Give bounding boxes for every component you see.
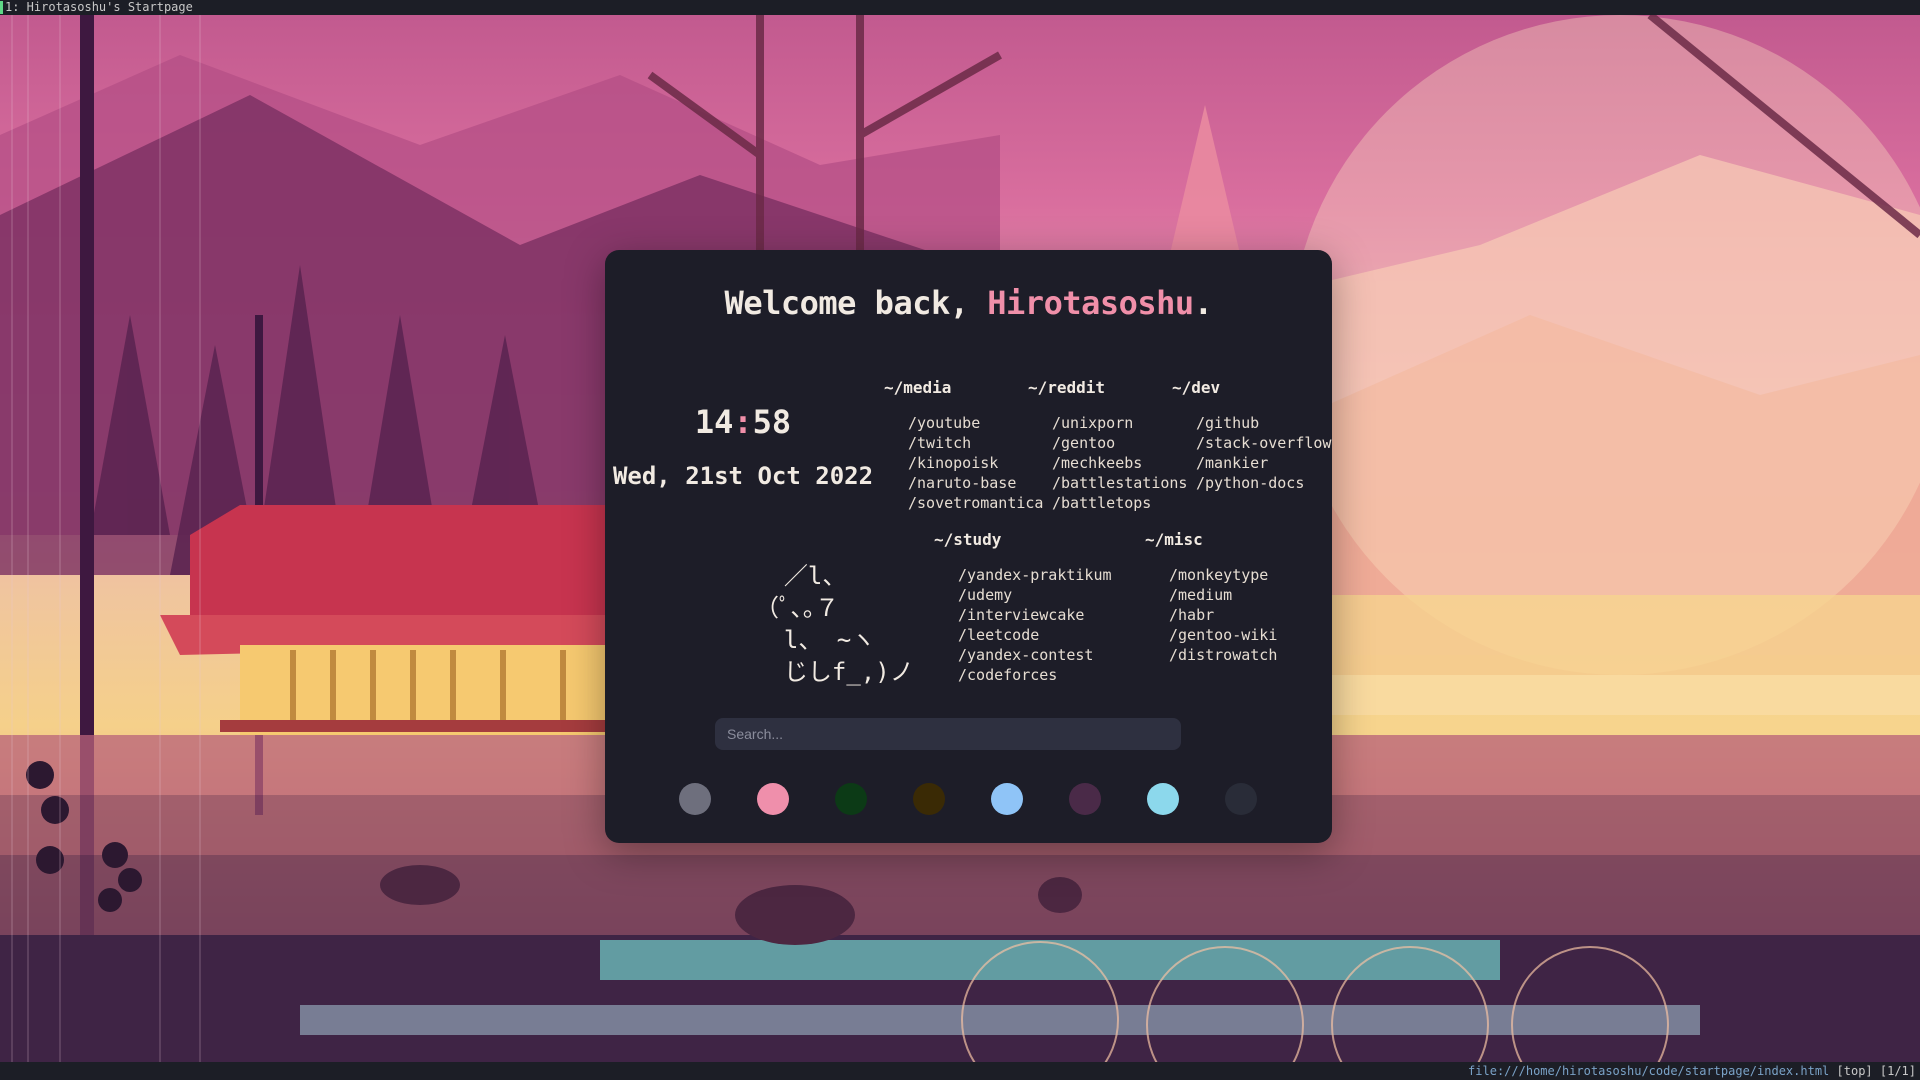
link-group-title: ~/dev	[1172, 378, 1221, 397]
active-workspace-marker	[0, 1, 3, 14]
link-udemy[interactable]: /udemy	[958, 585, 1112, 605]
link-group-media: ~/media /youtube /twitch /kinopoisk /nar…	[884, 378, 1043, 513]
link-gentoo[interactable]: /gentoo	[1052, 433, 1187, 453]
link-group-title: ~/study	[934, 530, 1002, 549]
link-medium[interactable]: /medium	[1169, 585, 1277, 605]
link-yandex-praktikum[interactable]: /yandex-praktikum	[958, 565, 1112, 585]
link-battlestations[interactable]: /battlestations	[1052, 473, 1187, 493]
link-list: /unixporn /gentoo /mechkeebs /battlestat…	[1028, 413, 1187, 513]
link-list: /monkeytype /medium /habr /gentoo-wiki /…	[1145, 565, 1277, 665]
link-group-reddit: ~/reddit /unixporn /gentoo /mechkeebs /b…	[1028, 378, 1187, 513]
welcome-username: Hirotasoshu	[987, 284, 1194, 322]
link-sovetromantica[interactable]: /sovetromantica	[908, 493, 1043, 513]
link-unixporn[interactable]: /unixporn	[1052, 413, 1187, 433]
link-distrowatch[interactable]: /distrowatch	[1169, 645, 1277, 665]
welcome-prefix: Welcome back,	[724, 284, 988, 322]
link-group-misc: ~/misc /monkeytype /medium /habr /gentoo…	[1145, 530, 1277, 665]
link-list: /github /stack-overflow /mankier /python…	[1172, 413, 1331, 493]
palette-swatch-dark-brown[interactable]	[913, 783, 945, 815]
welcome-heading: Welcome back, Hirotasoshu.	[605, 284, 1332, 322]
link-group-dev: ~/dev /github /stack-overflow /mankier /…	[1172, 378, 1331, 493]
link-group-title: ~/media	[884, 378, 952, 397]
search-input[interactable]	[715, 718, 1181, 750]
window-title-bar: 1: Hirotasoshu's Startpage	[0, 0, 1920, 15]
palette-swatch-cyan[interactable]	[1147, 783, 1179, 815]
link-mankier[interactable]: /mankier	[1196, 453, 1331, 473]
clock: 14:58	[605, 403, 881, 441]
link-kinopoisk[interactable]: /kinopoisk	[908, 453, 1043, 473]
link-habr[interactable]: /habr	[1169, 605, 1277, 625]
link-interviewcake[interactable]: /interviewcake	[958, 605, 1112, 625]
palette-swatch-pink[interactable]	[757, 783, 789, 815]
link-codeforces[interactable]: /codeforces	[958, 665, 1112, 685]
clock-colon: :	[733, 403, 753, 441]
ascii-cat-art: ／l、 （ﾟ､｡７ l、 ~ヽ じしf_,)ノ	[755, 562, 914, 686]
palette-swatch-charcoal[interactable]	[1225, 783, 1257, 815]
link-twitch[interactable]: /twitch	[908, 433, 1043, 453]
link-stack-overflow[interactable]: /stack-overflow	[1196, 433, 1331, 453]
link-gentoo-wiki[interactable]: /gentoo-wiki	[1169, 625, 1277, 645]
link-monkeytype[interactable]: /monkeytype	[1169, 565, 1277, 585]
date: Wed, 21st Oct 2022	[612, 462, 874, 490]
link-battletops[interactable]: /battletops	[1052, 493, 1187, 513]
startpage-card: Welcome back, Hirotasoshu. 14:58 Wed, 21…	[605, 250, 1332, 843]
welcome-suffix: .	[1193, 284, 1213, 322]
link-youtube[interactable]: /youtube	[908, 413, 1043, 433]
palette-swatch-gray[interactable]	[679, 783, 711, 815]
palette-swatch-light-blue[interactable]	[991, 783, 1023, 815]
clock-minutes: 58	[752, 403, 792, 441]
clock-hours: 14	[694, 403, 734, 441]
status-position: [top] [1/1]	[1836, 1064, 1916, 1078]
window-title: 1: Hirotasoshu's Startpage	[5, 0, 193, 14]
status-url: file:///home/hirotasoshu/code/startpage/…	[1468, 1064, 1830, 1078]
browser-status-bar: file:///home/hirotasoshu/code/startpage/…	[0, 1062, 1920, 1080]
link-list: /yandex-praktikum /udemy /interviewcake …	[934, 565, 1112, 685]
link-mechkeebs[interactable]: /mechkeebs	[1052, 453, 1187, 473]
palette-swatch-dark-green[interactable]	[835, 783, 867, 815]
link-leetcode[interactable]: /leetcode	[958, 625, 1112, 645]
link-yandex-contest[interactable]: /yandex-contest	[958, 645, 1112, 665]
link-group-title: ~/misc	[1145, 530, 1203, 549]
link-group-study: ~/study /yandex-praktikum /udemy /interv…	[934, 530, 1112, 685]
palette-swatch-plum[interactable]	[1069, 783, 1101, 815]
link-list: /youtube /twitch /kinopoisk /naruto-base…	[884, 413, 1043, 513]
color-palette	[679, 783, 1259, 815]
link-python-docs[interactable]: /python-docs	[1196, 473, 1331, 493]
link-group-title: ~/reddit	[1028, 378, 1106, 397]
link-naruto-base[interactable]: /naruto-base	[908, 473, 1043, 493]
link-github[interactable]: /github	[1196, 413, 1331, 433]
